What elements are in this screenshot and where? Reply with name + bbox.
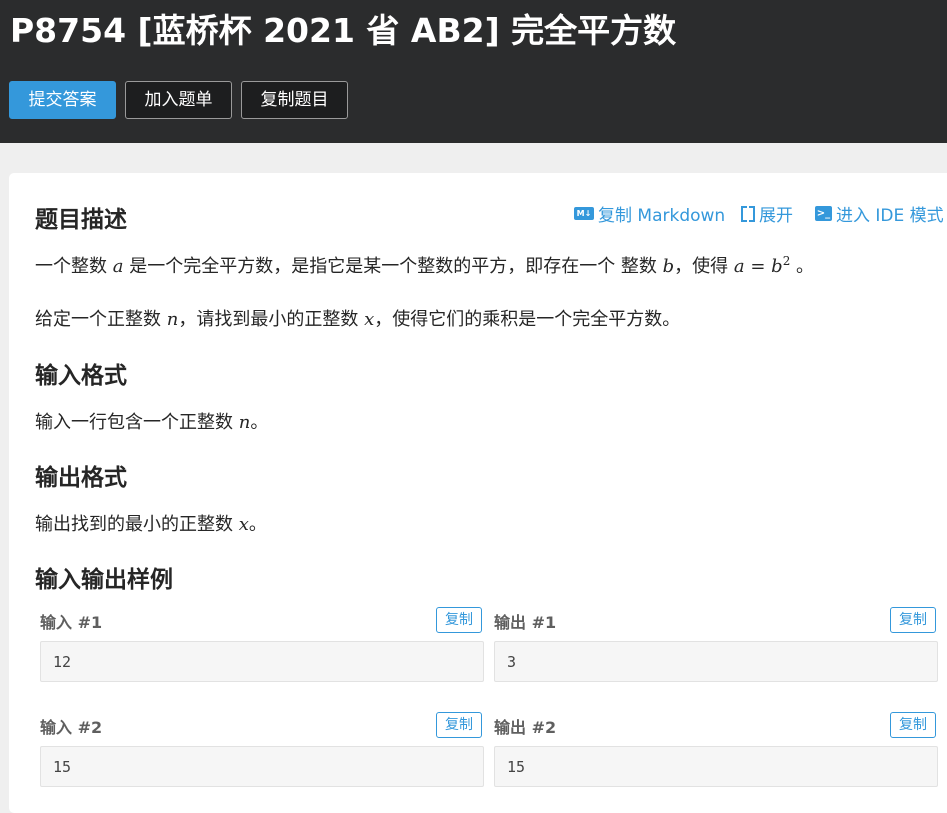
page-title: P8754 [蓝桥杯 2021 省 AB2] 完全平方数 <box>10 11 677 50</box>
expand-label: 展开 <box>759 205 793 226</box>
copy-sample-output-button[interactable]: 复制 <box>890 712 936 738</box>
submit-button[interactable]: 提交答案 <box>9 81 116 119</box>
copy-sample-input-button[interactable]: 复制 <box>436 607 482 633</box>
problem-header: P8754 [蓝桥杯 2021 省 AB2] 完全平方数 提交答案 加入题单 复… <box>0 0 947 143</box>
ide-mode-link[interactable]: >_ 进入 IDE 模式 <box>815 202 944 226</box>
expand-icon <box>741 206 755 222</box>
math-equation: a = b <box>733 256 783 277</box>
input-format-text: 输入一行包含一个正整数 n。 <box>35 408 268 434</box>
sample-output-box[interactable]: 15 <box>494 746 938 787</box>
description-paragraph-1: 一个整数 a 是一个完全平方数，是指它是某一个整数的平方，即存在一个 整数 b，… <box>35 252 814 278</box>
sample-output-label: 输出 #1 <box>494 613 557 632</box>
sample-input-label: 输入 #1 <box>40 613 103 632</box>
markdown-icon: M↓ <box>574 206 594 220</box>
math-var: n <box>166 309 179 330</box>
copy-markdown-label: 复制 Markdown <box>598 205 726 226</box>
copy-markdown-link[interactable]: M↓ 复制 Markdown <box>574 202 726 226</box>
add-to-list-button[interactable]: 加入题单 <box>125 81 232 119</box>
terminal-icon: >_ <box>815 205 832 221</box>
description-heading: 题目描述 <box>35 207 127 233</box>
sample-input-label: 输入 #2 <box>40 718 103 737</box>
ide-mode-label: 进入 IDE 模式 <box>836 205 944 226</box>
text: 输入一行包含一个正整数 <box>35 412 239 433</box>
sample-input-box[interactable]: 15 <box>40 746 484 787</box>
text: 一个整数 <box>35 256 113 277</box>
expand-link[interactable]: 展开 <box>741 202 793 226</box>
math-var: n <box>238 412 251 433</box>
text: 是一个完全平方数，是指它是某一个整数的平方，即存在一个 整数 <box>123 256 663 277</box>
sample-input-box[interactable]: 12 <box>40 641 484 682</box>
text: 。 <box>250 412 269 433</box>
output-format-text: 输出找到的最小的正整数 x。 <box>35 510 267 536</box>
text: ，使得它们的乘积是一个完全平方数。 <box>374 309 681 330</box>
copy-problem-button[interactable]: 复制题目 <box>241 81 348 119</box>
sample-output-box[interactable]: 3 <box>494 641 938 682</box>
text: 。 <box>790 256 815 277</box>
description-paragraph-2: 给定一个正整数 n，请找到最小的正整数 x，使得它们的乘积是一个完全平方数。 <box>35 305 680 331</box>
math-var: x <box>238 514 249 535</box>
text: 。 <box>248 514 267 535</box>
text: 输出找到的最小的正整数 <box>35 514 239 535</box>
sample-output-label: 输出 #2 <box>494 718 557 737</box>
text: ，使得 <box>674 256 734 277</box>
input-format-heading: 输入格式 <box>35 363 127 389</box>
math-var: a <box>112 256 124 277</box>
text: ，请找到最小的正整数 <box>178 309 365 330</box>
copy-sample-input-button[interactable]: 复制 <box>436 712 482 738</box>
math-var: b <box>662 256 675 277</box>
samples-heading: 输入输出样例 <box>35 567 173 593</box>
math-var: x <box>364 309 375 330</box>
output-format-heading: 输出格式 <box>35 465 127 491</box>
copy-sample-output-button[interactable]: 复制 <box>890 607 936 633</box>
text: 给定一个正整数 <box>35 309 167 330</box>
